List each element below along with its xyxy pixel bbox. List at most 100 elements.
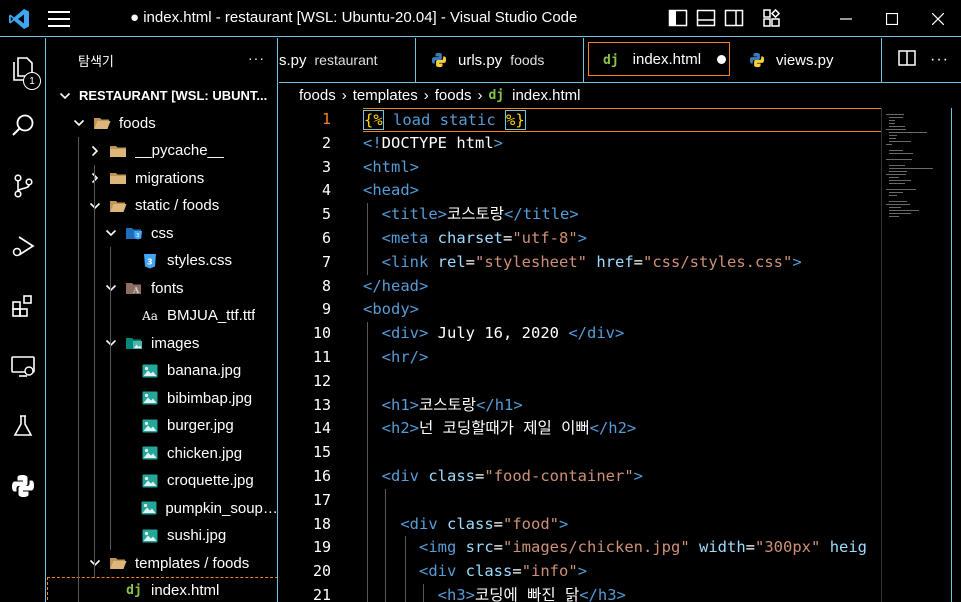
- breadcrumb-item[interactable]: foods: [435, 87, 472, 104]
- code-line[interactable]: <body>: [363, 298, 881, 322]
- indent-guide: [405, 536, 406, 602]
- more-actions-icon[interactable]: ···: [248, 50, 265, 66]
- svg-text:3: 3: [147, 257, 153, 266]
- chevron-down-icon[interactable]: [103, 280, 119, 296]
- chevron-down-icon[interactable]: [57, 88, 73, 104]
- code-line[interactable]: <!DOCTYPE html>: [363, 132, 881, 156]
- code-line[interactable]: <div class="food">: [363, 513, 881, 537]
- chevron-down-icon[interactable]: [87, 198, 103, 214]
- code-line[interactable]: {% load static %}: [363, 108, 881, 132]
- tree-item[interactable]: 3 styles.css: [47, 247, 277, 275]
- chevron-right-icon[interactable]: [87, 143, 103, 159]
- indent-guide: [78, 137, 79, 602]
- code-token: </div>: [568, 324, 625, 343]
- menu-icon[interactable]: [48, 11, 70, 27]
- tree-item[interactable]: __pycache__: [47, 137, 277, 165]
- line-number: 7: [321, 252, 331, 271]
- search-icon[interactable]: [0, 98, 46, 154]
- code-line[interactable]: [363, 370, 881, 394]
- code-line[interactable]: <h1>코스토랑</h1>: [363, 394, 881, 418]
- tree-item[interactable]: dj index.html: [47, 577, 277, 602]
- code-line[interactable]: <title>코스토랑</title>: [363, 203, 881, 227]
- code-line[interactable]: [363, 441, 881, 465]
- tree-item[interactable]: images: [47, 330, 277, 358]
- chevron-down-icon[interactable]: [71, 115, 87, 131]
- code-line[interactable]: <div class="info">: [363, 560, 881, 584]
- code-line[interactable]: <link rel="stylesheet" href="css/styles.…: [363, 251, 881, 275]
- chevron-down-icon[interactable]: [87, 555, 103, 571]
- maximize-icon[interactable]: [869, 0, 915, 37]
- chevron-right-icon[interactable]: [87, 170, 103, 186]
- tab-views-py[interactable]: views.py: [734, 38, 882, 82]
- tree-item[interactable]: foods: [47, 110, 277, 138]
- tree-item[interactable]: RESTAURANT [WSL: UBUNT...: [47, 82, 277, 110]
- tree-item[interactable]: 3 css: [47, 220, 277, 248]
- code-line[interactable]: </head>: [363, 275, 881, 299]
- code-line[interactable]: <div class="food-container">: [363, 465, 881, 489]
- tree-item[interactable]: Aa BMJUA_ttf.ttf: [47, 302, 277, 330]
- breadcrumb-item[interactable]: templates: [353, 87, 418, 104]
- tree-item[interactable]: croquette.jpg: [47, 467, 277, 495]
- breadcrumb-item[interactable]: index.html: [512, 87, 580, 104]
- tab-s-py[interactable]: s.py restaurant: [279, 38, 416, 82]
- tab-index-html[interactable]: dj index.html: [588, 42, 730, 76]
- code-line[interactable]: <img src="images/chicken.jpg" width="300…: [363, 536, 881, 560]
- code-token: %}: [505, 110, 526, 130]
- minimap[interactable]: [881, 108, 951, 602]
- toggle-primary-sidebar-icon[interactable]: [668, 8, 688, 28]
- testing-icon[interactable]: [0, 398, 46, 454]
- window-title: ● index.html - restaurant [WSL: Ubuntu-2…: [130, 9, 578, 26]
- tree-item-label: migrations: [135, 169, 205, 187]
- tree-item[interactable]: chicken.jpg: [47, 440, 277, 468]
- explorer-icon[interactable]: 1: [0, 40, 46, 96]
- vertical-scrollbar[interactable]: [951, 108, 961, 602]
- minimap-line: [886, 159, 912, 160]
- tree-item[interactable]: sushi.jpg: [47, 522, 277, 550]
- tab-label: views.py: [776, 51, 834, 69]
- code-line[interactable]: <hr/>: [363, 346, 881, 370]
- toggle-secondary-sidebar-icon[interactable]: [724, 8, 744, 28]
- tree-item[interactable]: Afonts: [47, 275, 277, 303]
- source-control-icon[interactable]: [0, 158, 46, 214]
- remote-explorer-icon[interactable]: [0, 338, 46, 394]
- code-line[interactable]: <h3>코딩에 빠진 닭</h3>: [363, 584, 881, 602]
- code-line[interactable]: <meta charset="utf-8">: [363, 227, 881, 251]
- tree-item[interactable]: static / foods: [47, 192, 277, 220]
- split-editor-icon[interactable]: [898, 49, 916, 72]
- code-editor[interactable]: 1 2 3 4 5 6 7 8 9 10 11 12 13 14 15 16 17 18 19 20 21 {% loa…: [279, 108, 961, 602]
- code-line[interactable]: <head>: [363, 179, 881, 203]
- tree-item[interactable]: burger.jpg: [47, 412, 277, 440]
- code-token: </head>: [363, 276, 429, 295]
- tab-urls-py[interactable]: urls.py foods: [416, 38, 584, 82]
- minimize-icon[interactable]: [823, 0, 869, 37]
- tree-item[interactable]: migrations: [47, 165, 277, 193]
- tree-item[interactable]: pumpkin_soup.j...: [47, 495, 277, 523]
- code-line[interactable]: [363, 489, 881, 513]
- chevron-down-icon[interactable]: [103, 335, 119, 351]
- title-bar: ● index.html - restaurant [WSL: Ubuntu-2…: [0, 0, 961, 37]
- run-debug-icon[interactable]: [0, 218, 46, 274]
- extensions-icon[interactable]: [0, 278, 46, 334]
- more-actions-icon[interactable]: ···: [930, 51, 949, 69]
- toggle-panel-icon[interactable]: [696, 8, 716, 28]
- breadcrumb-item[interactable]: foods: [299, 87, 336, 104]
- minimap-line: [889, 138, 896, 139]
- image-file-icon: [141, 445, 159, 461]
- close-icon[interactable]: [915, 0, 961, 37]
- tree-item[interactable]: banana.jpg: [47, 357, 277, 385]
- tree-item[interactable]: bibimbap.jpg: [47, 385, 277, 413]
- chevron-down-icon[interactable]: [103, 225, 119, 241]
- fonts-folder-icon: A: [125, 280, 143, 296]
- unsaved-dot-icon[interactable]: [717, 54, 727, 64]
- code-line[interactable]: <html>: [363, 156, 881, 180]
- minimap-line: [889, 180, 911, 181]
- code-token: <div>: [381, 324, 429, 343]
- code-line[interactable]: <div> July 16, 2020 </div>: [363, 322, 881, 346]
- python-icon[interactable]: [0, 458, 46, 514]
- tree-item[interactable]: templates / foods: [47, 550, 277, 578]
- code-lines[interactable]: {% load static %} <!DOCTYPE html> <html> <h…: [363, 108, 881, 602]
- customize-layout-icon[interactable]: [762, 8, 782, 28]
- code-line[interactable]: <h2>넌 코딩할때가 제일 이뻐</h2>: [363, 417, 881, 441]
